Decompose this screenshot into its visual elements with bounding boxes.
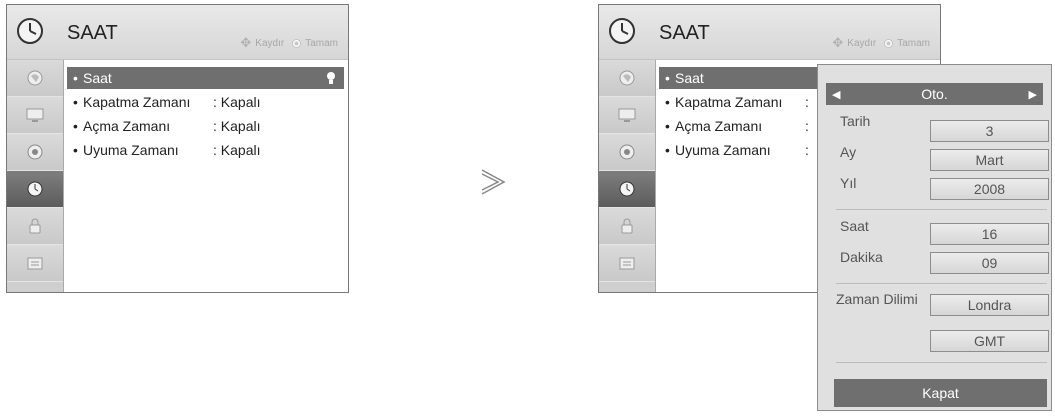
option-icon [619,257,635,270]
field-ay[interactable]: Mart [930,149,1049,171]
field-label-zaman-dilimi: Zaman Dilimi [836,291,918,307]
sidebar-item-lock[interactable] [7,208,63,245]
bullet-icon: • [665,118,670,134]
sidebar [7,60,64,292]
sidebar-item-audio[interactable] [599,134,655,171]
sidebar-item-picture[interactable] [599,60,655,97]
sidebar-item-clock[interactable] [7,171,63,208]
field-label-saat: Saat [840,218,869,234]
field-label-yil: Yıl [840,175,857,191]
clock-menu-panel-left: SAAT ✥ Kaydır Tamam • Saat • Kapatma Zam… [6,4,349,293]
sidebar-item-picture[interactable] [7,60,63,97]
bullet-icon: • [665,70,670,86]
hint-bar: ✥ Kaydır Tamam [240,35,338,51]
sidebar-item-screen[interactable] [7,97,63,134]
audio-icon [27,144,43,160]
menu-item-uyuma[interactable]: • Uyuma Zamanı : Kapalı [67,139,344,161]
auto-mode-value: Oto. [921,86,948,102]
menu-item-acma[interactable]: • Açma Zamanı : Kapalı [67,115,344,137]
screen-icon [618,108,636,122]
arrow-left-icon[interactable]: ◀ [832,88,840,101]
field-tarih[interactable]: 3 [930,120,1049,142]
divider [836,283,1047,284]
menu-item-saat[interactable]: • Saat [67,67,344,89]
menu-item-label: Saat [83,70,112,86]
sidebar-item-clock[interactable] [599,171,655,208]
hint-ok-label: Tamam [897,37,930,49]
menu-titlebar: SAAT ✥ Kaydır Tamam [7,5,348,60]
move-icon: ✥ [240,35,252,50]
menu-item-value: : Kapalı [213,94,261,110]
menu-item-label: Kapatma Zamanı [675,94,783,110]
menu-item-kapatma[interactable]: • Kapatma Zamanı : Kapalı [67,91,344,113]
bullet-icon: • [73,118,78,134]
menu-item-label: Açma Zamanı [83,118,171,134]
chevron-right-icon [481,169,506,195]
divider [836,362,1047,363]
menu-item-value: : [805,142,809,158]
sidebar-item-audio[interactable] [7,134,63,171]
menu-item-label: Açma Zamanı [675,118,763,134]
field-label-tarih: Tarih [840,113,871,129]
field-label-ay: Ay [840,144,857,160]
picture-icon [27,70,43,86]
menu-title: SAAT [659,22,710,44]
sidebar [599,60,656,292]
divider [836,209,1047,210]
menu-title: SAAT [67,22,118,44]
sidebar-item-lock[interactable] [599,208,655,245]
menu-item-value: : [805,94,809,110]
menu-item-value: : Kapalı [213,118,261,134]
bullet-icon: • [665,142,670,158]
clock-icon [609,18,635,44]
field-zaman-dilimi[interactable]: Londra [930,294,1049,316]
bulb-icon [327,72,335,84]
screen-icon [26,108,44,122]
menu-item-label: Uyuma Zamanı [675,142,771,158]
picture-icon [619,70,635,86]
field-label-dakika: Dakika [840,249,883,265]
clock-settings-popup: ◀ Oto. ▶ Tarih 3 Ay Mart Yıl 2008 Saat 1… [817,64,1052,411]
audio-icon [619,144,635,160]
field-yil[interactable]: 2008 [930,178,1049,200]
lock-icon [29,218,41,234]
clock-icon [27,181,43,197]
bullet-icon: • [73,70,78,86]
lock-icon [621,218,633,234]
clock-icon [17,18,43,44]
ok-icon [884,38,894,48]
hint-bar: ✥ Kaydır Tamam [832,35,930,51]
menu-item-label: Saat [675,70,704,86]
arrow-right-icon[interactable]: ▶ [1029,88,1037,101]
auto-mode-selector[interactable]: ◀ Oto. ▶ [826,83,1043,105]
bullet-icon: • [665,94,670,110]
hint-move-label: Kaydır [255,37,285,49]
field-gmt[interactable]: GMT [930,330,1049,352]
ok-icon [292,38,302,48]
sidebar-item-screen[interactable] [599,97,655,134]
field-saat[interactable]: 16 [930,223,1049,245]
bullet-icon: • [73,142,78,158]
hint-ok-label: Tamam [305,37,338,49]
menu-item-label: Kapatma Zamanı [83,94,191,110]
menu-item-value: : [805,118,809,134]
menu-titlebar: SAAT ✥ Kaydır Tamam [599,5,940,60]
hint-move-label: Kaydır [847,37,877,49]
menu-item-value: : Kapalı [213,142,261,158]
sidebar-item-option[interactable] [599,245,655,282]
option-icon [27,257,43,270]
field-dakika[interactable]: 09 [930,252,1049,274]
close-button[interactable]: Kapat [834,379,1047,407]
clock-icon [619,181,635,197]
bullet-icon: • [73,94,78,110]
move-icon: ✥ [832,35,844,50]
menu-item-label: Uyuma Zamanı [83,142,179,158]
sidebar-item-option[interactable] [7,245,63,282]
